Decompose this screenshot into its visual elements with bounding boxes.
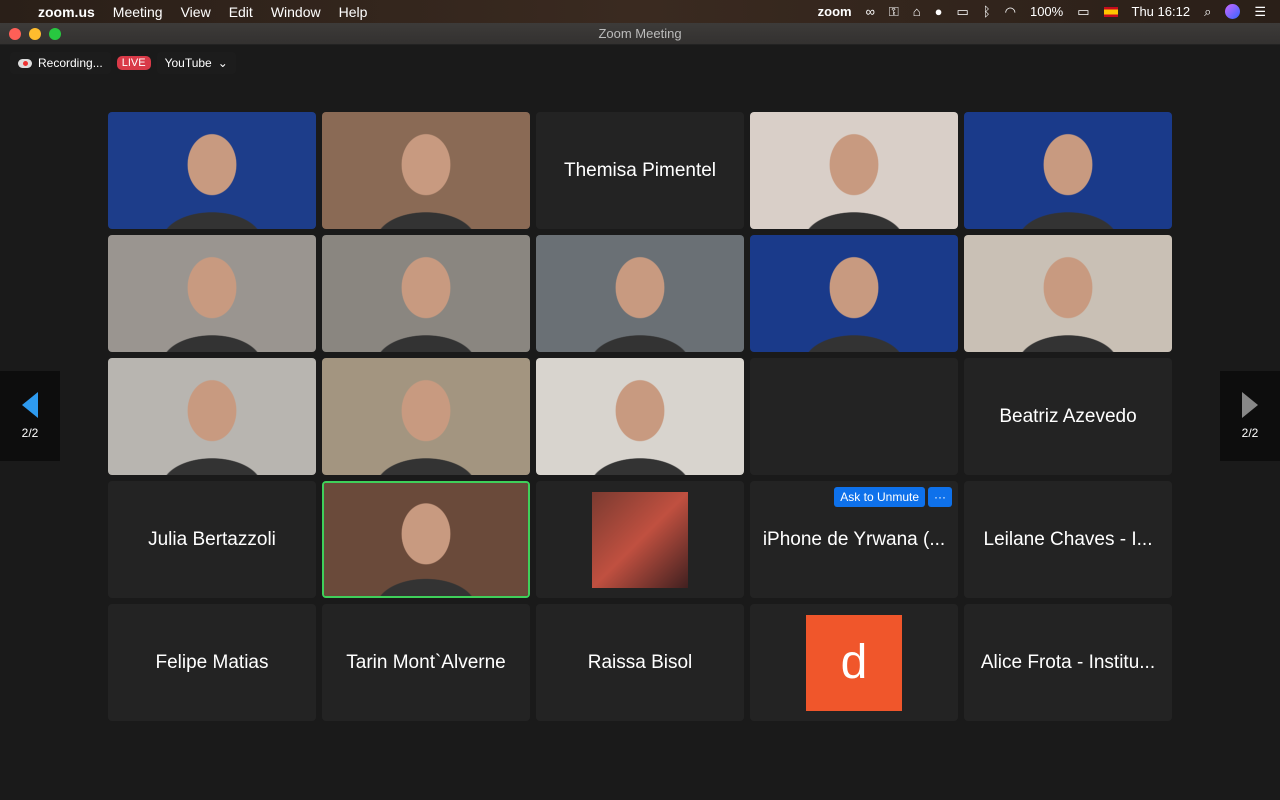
participant-tile[interactable]: Themisa Pimentel <box>536 112 744 229</box>
app-icon[interactable]: ● <box>935 4 943 19</box>
battery-percent: 100% <box>1029 4 1064 19</box>
participant-video <box>964 112 1172 229</box>
avatar: d <box>806 614 902 711</box>
menu-app[interactable]: zoom.us <box>38 4 95 20</box>
participant-tile[interactable] <box>536 358 744 475</box>
prev-page-button[interactable]: 2/2 <box>0 371 60 461</box>
participant-video <box>324 483 528 596</box>
participant-tile[interactable]: Raissa Bisol <box>536 604 744 721</box>
participant-name: Julia Bertazzoli <box>148 528 276 550</box>
arrow-right-icon <box>1242 392 1258 418</box>
participant-tile[interactable] <box>964 112 1172 229</box>
bluetooth-icon[interactable]: ᛒ <box>983 4 991 19</box>
participant-tile[interactable]: Felipe Matias <box>108 604 316 721</box>
participant-tile[interactable] <box>322 112 530 229</box>
participant-tile[interactable] <box>536 481 744 598</box>
next-page-button[interactable]: 2/2 <box>1220 371 1280 461</box>
profile-photo <box>592 491 688 588</box>
window-titlebar: Zoom Meeting <box>0 23 1280 45</box>
participant-video <box>322 235 530 352</box>
page-indicator: 2/2 <box>1241 426 1259 440</box>
battery-icon[interactable]: ▭ <box>1077 4 1089 20</box>
participant-tile[interactable]: Leilane Chaves - I... <box>964 481 1172 598</box>
recording-label: Recording... <box>38 56 103 70</box>
menu-view[interactable]: View <box>181 4 211 20</box>
zoom-status-icon[interactable]: zoom <box>818 4 852 19</box>
menu-bar: zoom.us Meeting View Edit Window Help zo… <box>0 0 1280 23</box>
participant-video <box>322 112 530 229</box>
menu-meeting[interactable]: Meeting <box>113 4 163 20</box>
participant-tile[interactable] <box>108 358 316 475</box>
menu-window[interactable]: Window <box>271 4 321 20</box>
video-gallery: Themisa Pimentel Beatriz Azevedo Julia Ber… <box>0 45 1280 800</box>
meeting-toolbar: Recording... LIVE YouTube ⌄ <box>10 52 236 74</box>
participant-video <box>964 235 1172 352</box>
participant-tile[interactable] <box>108 112 316 229</box>
participant-name: iPhone de Yrwana (... <box>762 528 946 550</box>
clock[interactable]: Thu 16:12 <box>1132 4 1191 19</box>
chevron-down-icon: ⌄ <box>217 56 228 70</box>
participant-tile[interactable] <box>536 235 744 352</box>
search-icon[interactable]: ⌕ <box>1204 4 1211 20</box>
participant-tile[interactable] <box>750 358 958 475</box>
participant-tile[interactable] <box>322 358 530 475</box>
participant-tile[interactable] <box>964 235 1172 352</box>
participant-tile[interactable] <box>322 235 530 352</box>
recording-indicator[interactable]: Recording... <box>10 52 111 74</box>
input-source-flag-icon[interactable] <box>1103 6 1118 17</box>
window-title: Zoom Meeting <box>598 26 682 41</box>
participant-tile[interactable]: Tarin Mont`Alverne <box>322 604 530 721</box>
participant-tile[interactable]: d <box>750 604 958 721</box>
participant-name: Beatriz Azevedo <box>999 405 1137 427</box>
participant-tile[interactable]: Julia Bertazzoli <box>108 481 316 598</box>
participant-video <box>108 112 316 229</box>
participant-tile[interactable] <box>108 235 316 352</box>
airplay-icon[interactable]: ▭ <box>957 4 969 20</box>
participant-name: Raissa Bisol <box>587 651 693 673</box>
cloud-record-icon <box>18 58 32 68</box>
more-options-button[interactable]: ··· <box>928 487 952 507</box>
stream-label: YouTube <box>164 56 212 70</box>
participant-name: Tarin Mont`Alverne <box>346 651 506 673</box>
minimize-button[interactable] <box>29 28 41 40</box>
key-icon[interactable]: ⚿ <box>889 4 899 20</box>
menu-edit[interactable]: Edit <box>229 4 253 20</box>
participant-video <box>322 358 530 475</box>
page-indicator: 2/2 <box>21 426 39 440</box>
tile-actions: Ask to Unmute ··· <box>834 487 952 507</box>
participant-tile[interactable] <box>750 235 958 352</box>
arrow-left-icon <box>22 392 38 418</box>
participant-video <box>750 235 958 352</box>
participant-name: Leilane Chaves - I... <box>983 528 1153 550</box>
participant-video <box>536 235 744 352</box>
participant-tile[interactable]: iPhone de Yrwana (... Ask to Unmute ··· <box>750 481 958 598</box>
wifi-icon[interactable]: ◠ <box>1005 4 1016 20</box>
participant-video <box>108 235 316 352</box>
participant-tile[interactable] <box>750 112 958 229</box>
participant-name: Themisa Pimentel <box>563 159 717 181</box>
menu-help[interactable]: Help <box>339 4 368 20</box>
stream-dropdown[interactable]: YouTube ⌄ <box>156 52 236 74</box>
notification-center-icon[interactable]: ☰ <box>1254 4 1266 20</box>
ask-to-unmute-button[interactable]: Ask to Unmute <box>834 487 925 507</box>
siri-icon[interactable] <box>1225 4 1241 19</box>
participant-name: Alice Frota - Institu... <box>980 651 1156 673</box>
participant-video <box>750 112 958 229</box>
participant-tile[interactable]: Beatriz Azevedo <box>964 358 1172 475</box>
participant-video <box>536 358 744 475</box>
participant-tile[interactable] <box>322 481 530 598</box>
wifi-lock-icon[interactable]: ⌂ <box>913 4 921 19</box>
participant-tile[interactable]: Alice Frota - Institu... <box>964 604 1172 721</box>
close-button[interactable] <box>9 28 21 40</box>
participant-video <box>108 358 316 475</box>
live-badge: LIVE <box>116 56 151 70</box>
participant-name: Felipe Matias <box>155 651 269 673</box>
zoom-button[interactable] <box>49 28 61 40</box>
creative-cloud-icon[interactable]: ∞ <box>866 4 875 19</box>
